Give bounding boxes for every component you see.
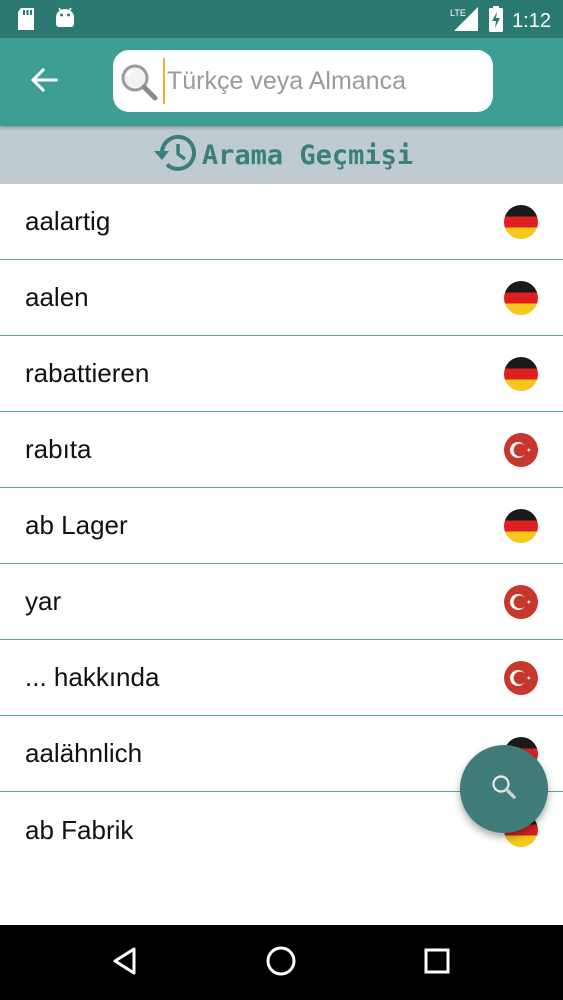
- battery-charging-icon: [488, 6, 504, 37]
- status-bar: LTE 1:12: [0, 0, 563, 38]
- nav-home-button[interactable]: [261, 943, 301, 983]
- search-icon: [490, 773, 518, 806]
- arrow-left-icon: [30, 67, 58, 97]
- search-input[interactable]: [163, 58, 483, 104]
- german-flag-icon: [504, 357, 538, 391]
- back-button[interactable]: [22, 62, 66, 102]
- nav-back-button[interactable]: [105, 943, 145, 983]
- home-circle-icon: [265, 945, 297, 982]
- history-word: ... hakkında: [25, 662, 160, 692]
- history-word: ab Fabrik: [25, 814, 134, 845]
- german-flag-icon: [504, 509, 538, 543]
- clock-time: 1:12: [512, 10, 551, 32]
- history-item[interactable]: rabıta: [0, 412, 563, 488]
- history-item[interactable]: ... hakkında: [0, 640, 563, 716]
- turkish-flag-icon: [504, 661, 538, 695]
- history-icon: [150, 133, 196, 178]
- history-word: aalen: [25, 282, 89, 312]
- signal-icon: LTE: [450, 6, 480, 37]
- history-item[interactable]: yar: [0, 564, 563, 640]
- search-box[interactable]: [113, 50, 493, 112]
- magnifier-icon: [119, 62, 159, 107]
- history-word: rabıta: [25, 434, 92, 464]
- history-item[interactable]: rabattieren: [0, 336, 563, 412]
- history-title: Arama Geçmişi: [201, 139, 414, 171]
- history-word: aalähnlich: [25, 738, 143, 768]
- nav-recents-button[interactable]: [417, 943, 457, 983]
- history-word: yar: [25, 586, 62, 616]
- app-bar: [0, 38, 563, 126]
- sd-card-icon: [16, 7, 36, 36]
- history-item[interactable]: aalen: [0, 260, 563, 336]
- search-fab[interactable]: [460, 745, 548, 833]
- history-word: rabattieren: [25, 358, 150, 388]
- history-word: ab Lager: [25, 510, 128, 540]
- recents-square-icon: [423, 947, 451, 980]
- german-flag-icon: [504, 205, 538, 239]
- german-flag-icon: [504, 281, 538, 315]
- history-item[interactable]: aalartig: [0, 184, 563, 260]
- turkish-flag-icon: [504, 433, 538, 467]
- network-type-label: LTE: [450, 8, 466, 18]
- android-icon: [54, 7, 76, 36]
- history-item[interactable]: ab Lager: [0, 488, 563, 564]
- turkish-flag-icon: [504, 585, 538, 619]
- history-word: aalartig: [25, 206, 111, 236]
- navigation-bar: [0, 925, 563, 1000]
- history-header: Arama Geçmişi: [0, 126, 563, 184]
- back-triangle-icon: [110, 946, 140, 981]
